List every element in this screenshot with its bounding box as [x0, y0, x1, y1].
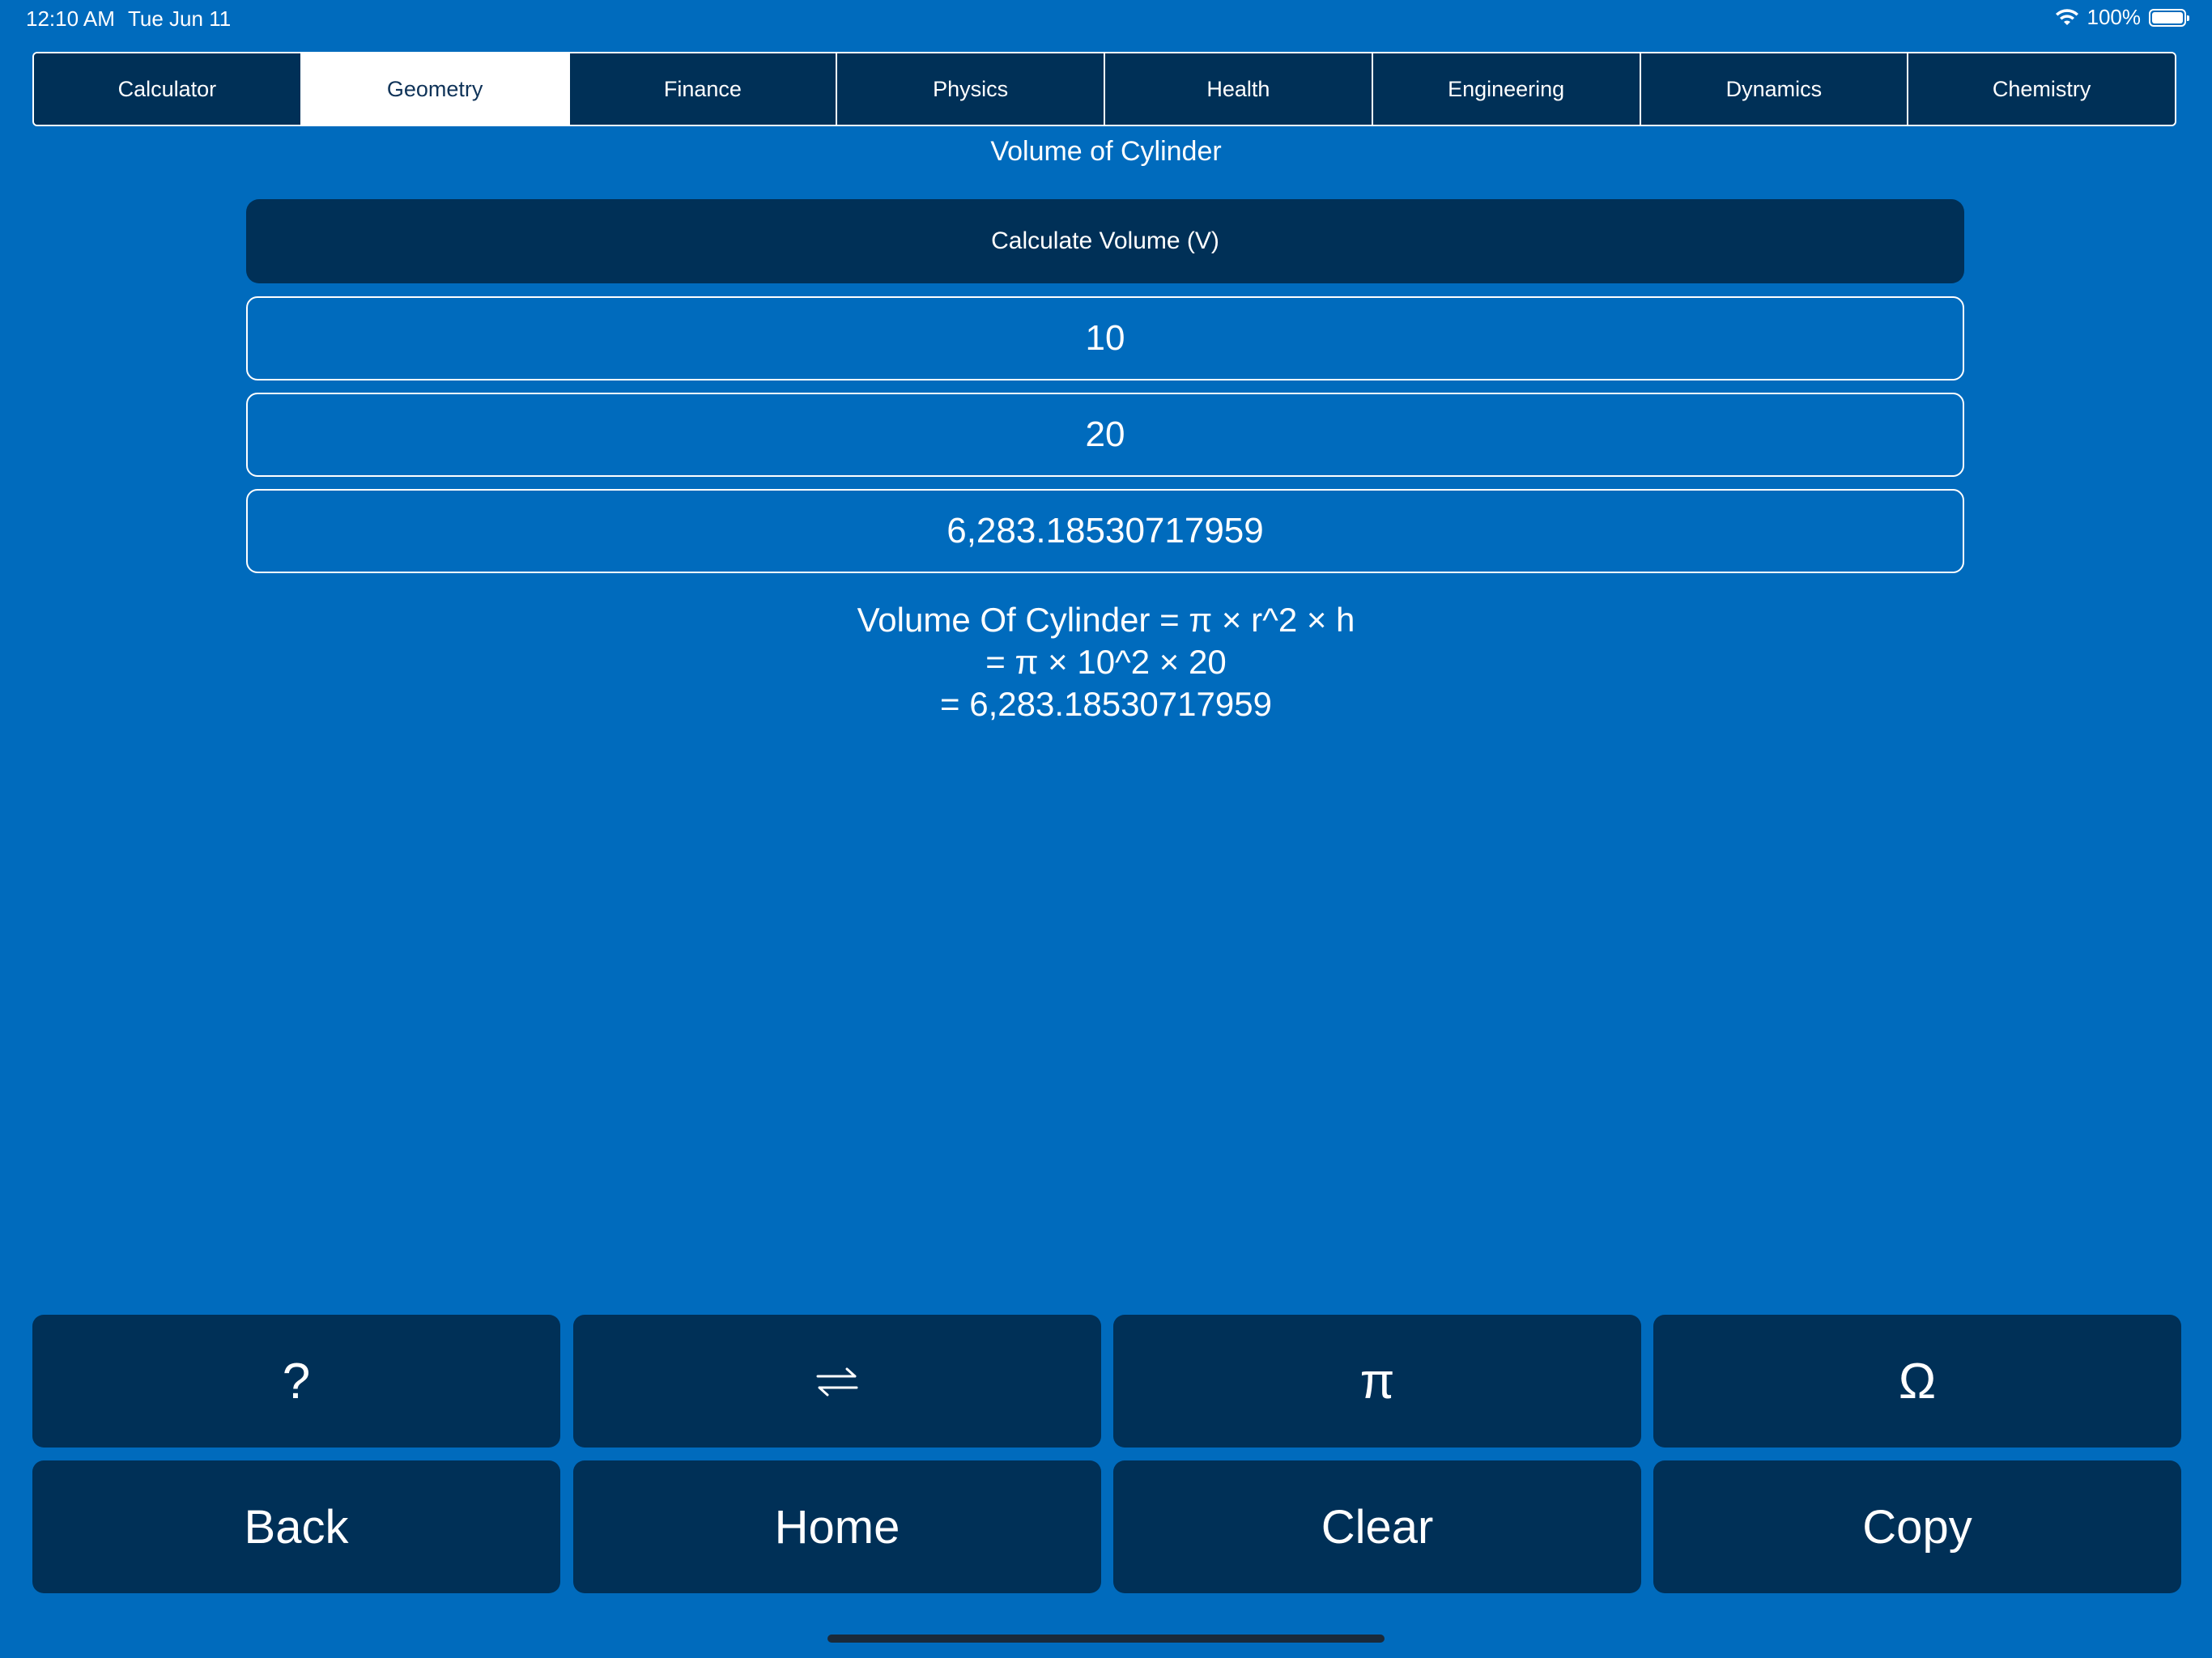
tab-dynamics[interactable]: Dynamics [1640, 53, 1909, 125]
tab-engineering[interactable]: Engineering [1372, 53, 1641, 125]
wifi-icon [2055, 8, 2079, 27]
pi-button[interactable]: π [1113, 1315, 1641, 1448]
category-tabs: Calculator Geometry Finance Physics Heal… [32, 52, 2176, 126]
tab-calculator[interactable]: Calculator [34, 53, 302, 125]
height-field[interactable]: 20 [246, 393, 1964, 477]
home-button[interactable]: Home [573, 1460, 1101, 1593]
battery-percent: 100% [2087, 5, 2142, 29]
copy-button[interactable]: Copy [1653, 1460, 2181, 1593]
formula-line-3: = 6,283.18530717959 [940, 685, 1272, 723]
back-button[interactable]: Back [32, 1460, 560, 1593]
radius-field[interactable]: 10 [246, 296, 1964, 380]
clear-button[interactable]: Clear [1113, 1460, 1641, 1593]
tab-physics[interactable]: Physics [837, 53, 1105, 125]
tab-chemistry[interactable]: Chemistry [1908, 53, 2175, 125]
result-field[interactable]: 6,283.18530717959 [246, 489, 1964, 573]
battery-icon [2149, 8, 2189, 27]
omega-button[interactable]: Ω [1653, 1315, 2181, 1448]
formula-line-1: Volume Of Cylinder = π × r^2 × h [857, 601, 1355, 639]
help-button[interactable]: ? [32, 1315, 560, 1448]
formula-line-2: = π × 10^2 × 20 [985, 643, 1227, 681]
calculate-volume-button[interactable]: Calculate Volume (V) [246, 199, 1964, 283]
tab-health[interactable]: Health [1105, 53, 1373, 125]
formula-explanation: Volume Of Cylinder = π × r^2 × h = π × 1… [0, 599, 2212, 725]
tab-finance[interactable]: Finance [569, 53, 838, 125]
status-bar: 12:10 AM Tue Jun 11 100% [0, 0, 2212, 39]
status-time: 12:10 AM [26, 6, 115, 31]
page-title: Volume of Cylinder [990, 136, 1222, 167]
tab-geometry[interactable]: Geometry [301, 53, 570, 125]
swap-arrows-icon [815, 1353, 860, 1410]
swap-button[interactable] [573, 1315, 1101, 1448]
status-indicators: 100% [2055, 5, 2189, 30]
status-date: Tue Jun 11 [128, 6, 232, 31]
home-indicator[interactable] [827, 1635, 1385, 1643]
